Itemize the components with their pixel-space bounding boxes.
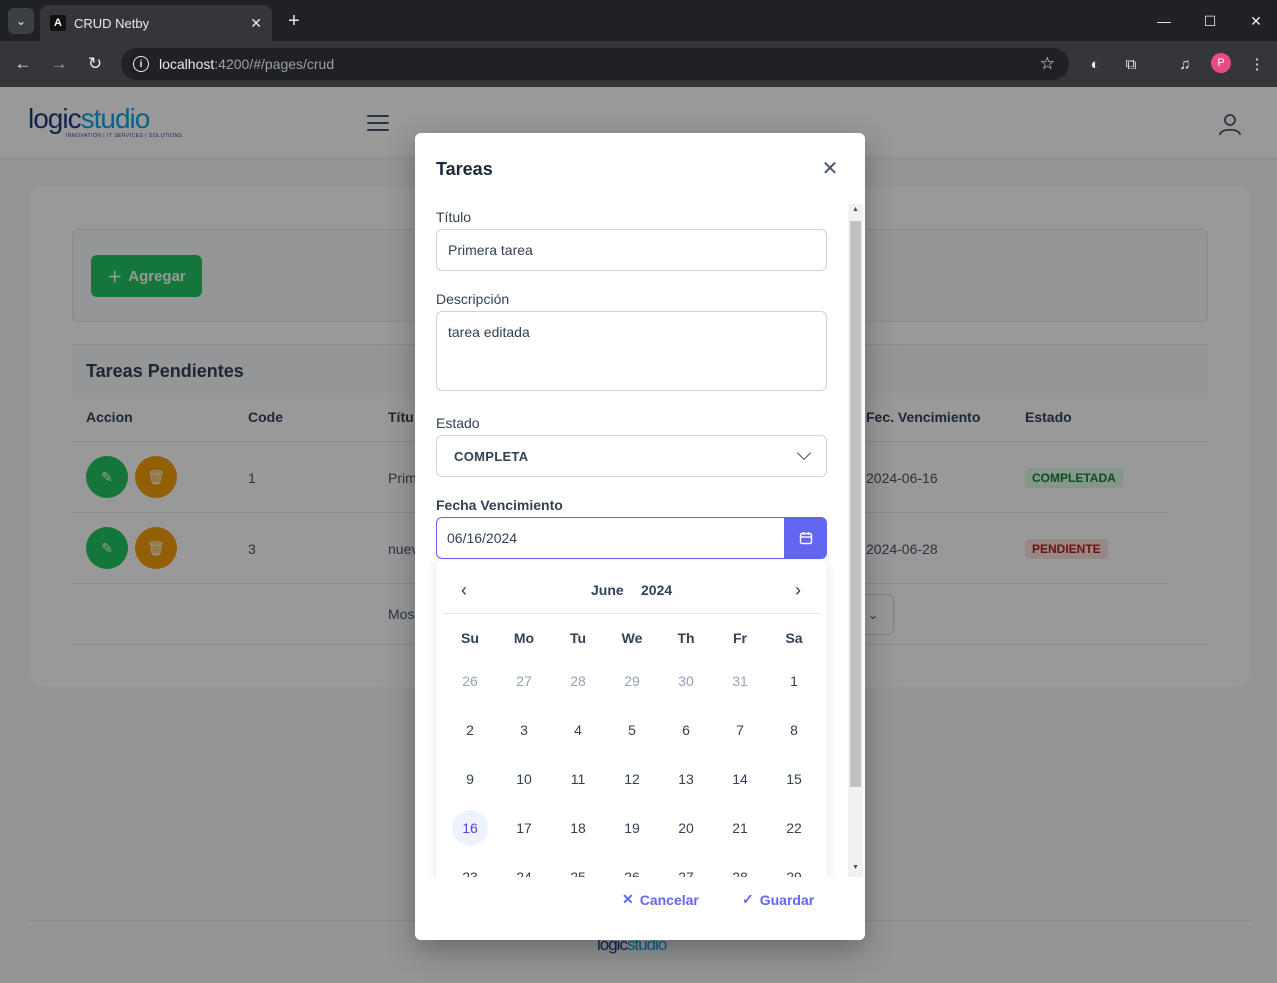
check-icon: ✓ <box>742 891 754 907</box>
calendar-day[interactable]: 12 <box>614 761 650 797</box>
calendar-day[interactable]: 11 <box>560 761 596 797</box>
maximize-button[interactable]: ☐ <box>1195 8 1225 34</box>
back-arrow-icon[interactable]: ← <box>10 51 36 77</box>
fecha-input[interactable]: 06/16/2024 <box>436 517 785 559</box>
calendar-day[interactable]: 15 <box>776 761 812 797</box>
calendar-day[interactable]: 13 <box>668 761 704 797</box>
url-path: :4200/#/pages/crud <box>214 56 335 72</box>
weekday-header: Mo <box>513 630 535 646</box>
weekday-header: Fr <box>733 630 747 646</box>
calendar-day[interactable]: 31 <box>722 663 758 699</box>
titulo-input[interactable]: Primera tarea <box>436 229 827 271</box>
dialog-footer: ✕ Cancelar ✓ Guardar <box>415 877 865 940</box>
weekday-header: Su <box>461 630 479 646</box>
calendar-day[interactable]: 30 <box>668 663 704 699</box>
dialog-scrollbar[interactable]: ▲ ▼ <box>848 204 863 878</box>
weekday-header: We <box>621 630 643 646</box>
reload-icon[interactable]: ↻ <box>82 51 108 77</box>
calendar-day[interactable]: 16 <box>452 810 488 846</box>
calendar-day[interactable]: 24 <box>506 859 542 877</box>
descripcion-textarea[interactable]: tarea editada <box>436 311 827 391</box>
scrollbar-thumb[interactable] <box>850 221 861 787</box>
forward-arrow-icon[interactable]: → <box>46 51 72 77</box>
calendar-day[interactable]: 14 <box>722 761 758 797</box>
new-tab-button[interactable]: + <box>284 8 304 34</box>
calendar-day[interactable]: 10 <box>506 761 542 797</box>
browser-toolbar: ← → ↻ i localhost:4200/#/pages/crud ☆ ◐ … <box>0 41 1277 87</box>
calendar-day[interactable]: 28 <box>560 663 596 699</box>
tab-title: CRUD Netby <box>74 15 150 31</box>
calendar-day[interactable]: 1 <box>776 663 812 699</box>
calendar-day[interactable]: 3 <box>506 712 542 748</box>
dialog-title: Tareas <box>436 159 493 179</box>
bookmark-star-icon[interactable]: ☆ <box>1040 54 1055 74</box>
extensions-puzzle-icon[interactable]: ⧉ <box>1120 53 1142 75</box>
chevron-down-icon <box>796 445 812 461</box>
menu-kebab-icon[interactable]: ⋮ <box>1246 53 1268 75</box>
weekday-header: Sa <box>785 630 803 646</box>
calendar-day[interactable]: 27 <box>506 663 542 699</box>
calendar-day[interactable]: 18 <box>560 810 596 846</box>
calendar-day[interactable]: 23 <box>452 859 488 877</box>
calendar-day[interactable]: 26 <box>452 663 488 699</box>
calendar-day[interactable]: 6 <box>668 712 704 748</box>
url-host: localhost <box>159 56 215 72</box>
address-bar[interactable]: i localhost:4200/#/pages/crud ☆ <box>121 48 1069 80</box>
prev-month-chevron-icon[interactable]: ‹ <box>454 580 474 600</box>
calendar-day[interactable]: 22 <box>776 810 812 846</box>
minimize-button[interactable]: — <box>1149 8 1179 34</box>
calendar-icon <box>799 532 812 545</box>
weekday-header: Tu <box>569 630 587 646</box>
browser-tab[interactable]: A CRUD Netby ✕ <box>40 5 272 41</box>
site-info-icon[interactable]: i <box>133 56 149 72</box>
cancel-button[interactable]: ✕ Cancelar <box>622 891 699 908</box>
browser-tabstrip: ⌄ A CRUD Netby ✕ + — ☐ ✕ <box>0 0 1277 41</box>
fecha-label: Fecha Vencimiento <box>436 497 563 513</box>
calendar-day[interactable]: 5 <box>614 712 650 748</box>
calendar-day[interactable]: 20 <box>668 810 704 846</box>
descripcion-label: Descripción <box>436 291 510 307</box>
dialog-body: Título Primera tarea Descripción tarea e… <box>415 203 865 877</box>
calendar-day[interactable]: 2 <box>452 712 488 748</box>
media-control-icon[interactable]: ♫ <box>1174 53 1196 75</box>
calendar-day[interactable]: 8 <box>776 712 812 748</box>
datepicker-panel: ‹ June 2024 › Su Mo Tu We Th Fr Sa 26 27 28 29 30 31… <box>436 560 827 877</box>
scroll-down-arrow-icon[interactable]: ▼ <box>851 864 860 871</box>
calendar-day[interactable]: 29 <box>776 859 812 877</box>
save-label: Guardar <box>759 891 815 908</box>
calendar-day[interactable]: 29 <box>614 663 650 699</box>
x-icon: ✕ <box>622 891 634 907</box>
weekday-header: Th <box>677 630 695 646</box>
calendar-day[interactable]: 27 <box>668 859 704 877</box>
task-dialog: Tareas ✕ Título Primera tarea Descripció… <box>415 133 865 940</box>
tab-search-button[interactable]: ⌄ <box>8 8 34 34</box>
close-icon[interactable]: ✕ <box>819 157 841 180</box>
estado-selected-value: COMPLETA <box>454 448 529 464</box>
profile-avatar[interactable]: P <box>1211 53 1231 73</box>
calendar-day[interactable]: 21 <box>722 810 758 846</box>
calendar-year[interactable]: 2024 <box>641 582 672 598</box>
calendar-day[interactable]: 26 <box>614 859 650 877</box>
extension-icon[interactable]: ◐ <box>1084 53 1106 75</box>
calendar-day[interactable]: 4 <box>560 712 596 748</box>
next-month-chevron-icon[interactable]: › <box>788 580 808 600</box>
close-window-button[interactable]: ✕ <box>1241 8 1271 34</box>
calendar-day[interactable]: 25 <box>560 859 596 877</box>
calendar-header-divider <box>443 613 820 614</box>
save-button[interactable]: ✓ Guardar <box>742 891 814 908</box>
calendar-day[interactable]: 9 <box>452 761 488 797</box>
calendar-day[interactable]: 7 <box>722 712 758 748</box>
estado-label: Estado <box>436 415 480 431</box>
calendar-day[interactable]: 19 <box>614 810 650 846</box>
calendar-day[interactable]: 28 <box>722 859 758 877</box>
calendar-month[interactable]: June <box>591 582 624 598</box>
estado-dropdown[interactable]: COMPLETA <box>436 435 827 477</box>
close-tab-icon[interactable]: ✕ <box>250 15 262 32</box>
scroll-up-arrow-icon[interactable]: ▲ <box>851 206 860 213</box>
titulo-label: Título <box>436 209 472 225</box>
cancel-label: Cancelar <box>639 891 699 908</box>
calendar-day[interactable]: 17 <box>506 810 542 846</box>
calendar-toggle-button[interactable] <box>784 517 827 559</box>
angular-favicon-icon: A <box>50 15 66 31</box>
